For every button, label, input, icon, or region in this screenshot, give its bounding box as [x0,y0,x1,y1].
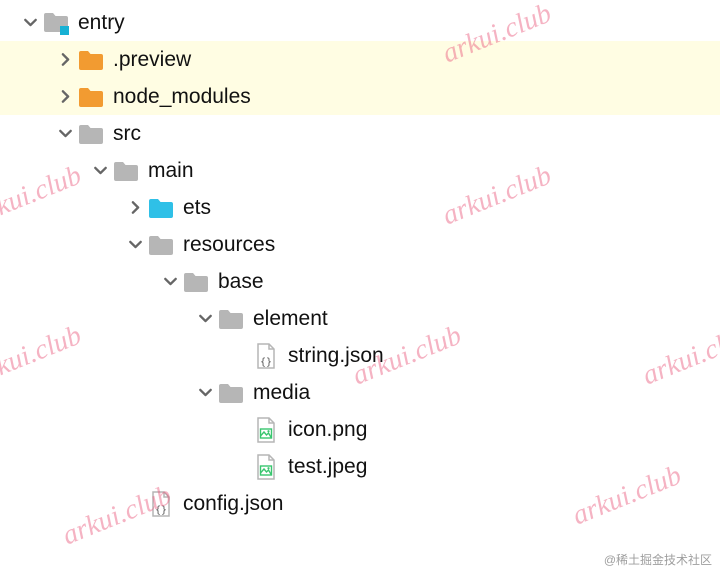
file-tree: entry .preview node_modulessrcmain ets resou… [0,0,720,522]
tree-row[interactable]: src [0,115,720,152]
chevron-down-icon[interactable] [158,275,182,288]
tree-item-label: media [253,381,310,405]
tree-item-label: element [253,307,328,331]
chevron-right-icon[interactable] [53,53,77,66]
tree-row[interactable]: main [0,152,720,189]
folder-icon [217,379,245,407]
tree-row[interactable]: {} string.json [0,337,720,374]
tree-item-label: string.json [288,344,384,368]
folder-icon [77,83,105,111]
tree-row[interactable]: test.jpeg [0,448,720,485]
folder-icon [147,194,175,222]
tree-item-label: src [113,122,141,146]
svg-text:{}: {} [155,505,167,516]
tree-item-label: entry [78,11,125,35]
tree-item-label: base [218,270,264,294]
module-folder-icon [42,9,70,37]
tree-item-label: resources [183,233,275,257]
chevron-down-icon[interactable] [193,312,217,325]
folder-icon [77,120,105,148]
tree-item-label: icon.png [288,418,367,442]
credit-text: @稀土掘金技术社区 [604,551,712,568]
folder-icon [182,268,210,296]
tree-item-label: .preview [113,48,191,72]
chevron-right-icon[interactable] [123,201,147,214]
tree-row[interactable]: .preview [0,41,720,78]
folder-icon [77,46,105,74]
tree-item-label: ets [183,196,211,220]
tree-item-label: node_modules [113,85,251,109]
json-file-icon: {} [252,342,280,370]
folder-icon [217,305,245,333]
svg-text:{}: {} [260,357,272,368]
chevron-down-icon[interactable] [18,16,42,29]
tree-row[interactable]: icon.png [0,411,720,448]
chevron-down-icon[interactable] [193,386,217,399]
tree-row[interactable]: base [0,263,720,300]
tree-row[interactable]: media [0,374,720,411]
tree-item-label: test.jpeg [288,455,367,479]
tree-row[interactable]: node_modules [0,78,720,115]
tree-item-label: main [148,159,194,183]
tree-row[interactable]: ets [0,189,720,226]
chevron-right-icon[interactable] [53,90,77,103]
folder-icon [112,157,140,185]
tree-row[interactable]: element [0,300,720,337]
json-file-icon: {} [147,490,175,518]
chevron-down-icon[interactable] [123,238,147,251]
image-file-icon [252,453,280,481]
image-file-icon [252,416,280,444]
tree-item-label: config.json [183,492,283,516]
tree-row[interactable]: entry [0,4,720,41]
folder-icon [147,231,175,259]
tree-row[interactable]: {} config.json [0,485,720,522]
tree-row[interactable]: resources [0,226,720,263]
chevron-down-icon[interactable] [88,164,112,177]
chevron-down-icon[interactable] [53,127,77,140]
